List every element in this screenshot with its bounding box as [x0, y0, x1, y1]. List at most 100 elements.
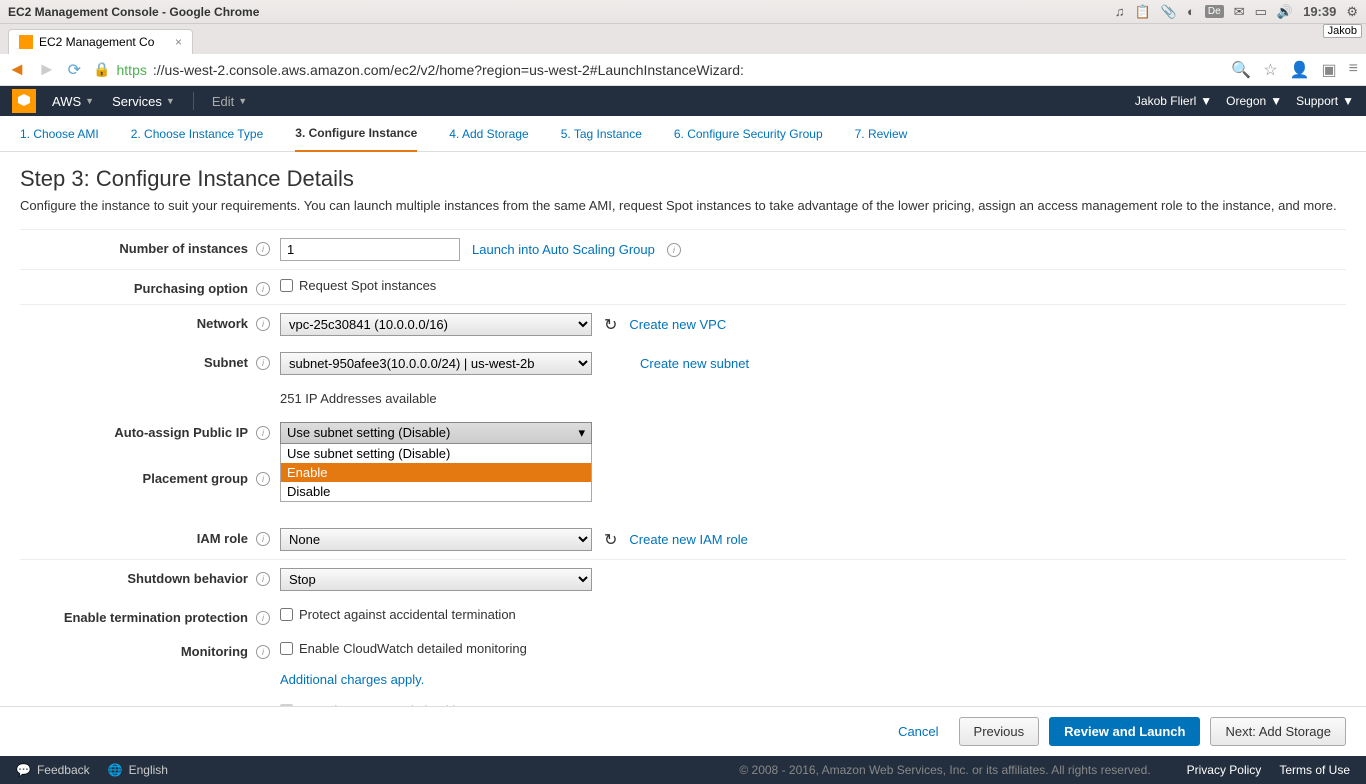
wizard-step-ami[interactable]: 1. Choose AMI	[20, 117, 99, 151]
autoip-opt-enable[interactable]: Enable	[281, 463, 591, 482]
create-vpc-link[interactable]: Create new VPC	[629, 317, 726, 332]
network-select[interactable]: vpc-25c30841 (10.0.0.0/16)	[280, 313, 592, 336]
monitoring-label: Monitoring	[181, 644, 248, 659]
mail-icon[interactable]: ✉	[1234, 4, 1245, 20]
settings-icon[interactable]: ⚙	[1346, 4, 1358, 20]
instances-label: Number of instances	[119, 241, 248, 256]
wizard-step-type[interactable]: 2. Choose Instance Type	[131, 117, 264, 151]
tab-title: EC2 Management Co	[39, 35, 154, 49]
tab-close-icon[interactable]: ×	[175, 35, 182, 49]
info-icon[interactable]: i	[256, 356, 270, 370]
page-description: Configure the instance to suit your requ…	[20, 198, 1346, 213]
main-content: Step 3: Configure Instance Details Confi…	[0, 152, 1366, 706]
person-icon[interactable]: 👤	[1290, 60, 1310, 80]
system-tray: ♫ 📋 📎 ◐ De ✉ ▭ 🔊 19:39 ⚙	[1115, 4, 1358, 20]
info-icon[interactable]: i	[256, 572, 270, 586]
attachment-icon[interactable]: 📎	[1161, 4, 1177, 20]
ebs-checkbox: Launch as EBS-optimized instance	[280, 703, 501, 706]
info-icon[interactable]: i	[256, 242, 270, 256]
refresh-icon[interactable]: ↻	[604, 315, 617, 335]
wizard-step-configure[interactable]: 3. Configure Instance	[295, 116, 417, 152]
privacy-link[interactable]: Privacy Policy	[1187, 763, 1262, 777]
edit-menu[interactable]: Edit▼	[212, 94, 247, 109]
copyright: © 2008 - 2016, Amazon Web Services, Inc.…	[739, 763, 1150, 777]
info-icon[interactable]: i	[256, 611, 270, 625]
info-icon[interactable]: i	[256, 282, 270, 296]
iam-select[interactable]: None	[280, 528, 592, 551]
instances-input[interactable]	[280, 238, 460, 261]
wizard-step-security[interactable]: 6. Configure Security Group	[674, 117, 823, 151]
services-menu[interactable]: Services▼	[112, 94, 175, 109]
subnet-availability: 251 IP Addresses available	[280, 391, 1346, 406]
wizard-step-storage[interactable]: 4. Add Storage	[449, 117, 528, 151]
previous-button[interactable]: Previous	[959, 717, 1040, 746]
subnet-select[interactable]: subnet-950afee3(10.0.0.0/24) | us-west-2…	[280, 352, 592, 375]
account-menu[interactable]: Jakob Flierl▼	[1135, 94, 1212, 108]
browser-toolbar: ◄ ► ⟳ 🔒 https://us-west-2.console.aws.am…	[0, 54, 1366, 86]
feedback-link[interactable]: 💬Feedback	[16, 763, 90, 777]
region-menu[interactable]: Oregon▼	[1226, 94, 1282, 108]
wizard-step-review[interactable]: 7. Review	[855, 117, 908, 151]
globe-icon: 🌐	[108, 763, 123, 777]
desktop-titlebar: EC2 Management Console - Google Chrome ♫…	[0, 0, 1366, 24]
url-path: ://us-west-2.console.aws.amazon.com/ec2/…	[153, 62, 744, 78]
iam-label: IAM role	[197, 531, 248, 546]
bookmark-icon[interactable]: ☆	[1263, 60, 1277, 80]
autoip-opt-disable[interactable]: Disable	[281, 482, 591, 501]
info-icon[interactable]: i	[256, 645, 270, 659]
cancel-button[interactable]: Cancel	[888, 717, 948, 746]
menu-icon[interactable]: ≡	[1349, 60, 1358, 80]
info-icon[interactable]: i	[256, 317, 270, 331]
aws-logo-icon[interactable]	[12, 89, 36, 113]
zoom-icon[interactable]: 🔍	[1231, 60, 1251, 80]
clock[interactable]: 19:39	[1303, 4, 1336, 19]
wizard-actions: Cancel Previous Review and Launch Next: …	[0, 706, 1366, 756]
browser-tabstrip: EC2 Management Co ×	[0, 24, 1366, 54]
lock-icon: 🔒	[93, 61, 110, 78]
info-icon[interactable]: i	[256, 426, 270, 440]
info-icon[interactable]: i	[256, 532, 270, 546]
reload-icon[interactable]: ⟳	[68, 60, 81, 80]
spot-checkbox[interactable]: Request Spot instances	[280, 278, 436, 293]
browser-tab[interactable]: EC2 Management Co ×	[8, 29, 193, 54]
nav-forward-icon: ►	[38, 59, 56, 80]
shutdown-label: Shutdown behavior	[127, 571, 248, 586]
wizard-step-tag[interactable]: 5. Tag Instance	[561, 117, 642, 151]
nav-back-icon[interactable]: ◄	[8, 59, 26, 80]
asg-link[interactable]: Launch into Auto Scaling Group	[472, 242, 655, 257]
volume-icon[interactable]: 🔊	[1277, 4, 1293, 20]
create-subnet-link[interactable]: Create new subnet	[640, 356, 749, 371]
terms-link[interactable]: Terms of Use	[1279, 763, 1350, 777]
autoip-select[interactable]: Use subnet setting (Disable)▾ Use subnet…	[280, 422, 592, 502]
autoip-opt-subnet[interactable]: Use subnet setting (Disable)	[281, 444, 591, 463]
clipboard-icon[interactable]: 📋	[1135, 4, 1151, 20]
page-title: Step 3: Configure Instance Details	[20, 166, 1346, 192]
music-icon[interactable]: ♫	[1115, 4, 1125, 19]
support-menu[interactable]: Support▼	[1296, 94, 1354, 108]
monitoring-charges-link[interactable]: Additional charges apply.	[280, 672, 1346, 687]
create-iam-link[interactable]: Create new IAM role	[629, 532, 748, 547]
monitoring-checkbox[interactable]: Enable CloudWatch detailed monitoring	[280, 641, 527, 656]
aws-top-nav: AWS▼ Services▼ Edit▼ Jakob Flierl▼ Orego…	[0, 86, 1366, 116]
favicon-icon	[19, 35, 33, 49]
autoip-label: Auto-assign Public IP	[114, 425, 248, 440]
lang-indicator[interactable]: De	[1205, 5, 1224, 18]
cast-icon[interactable]: ▣	[1322, 60, 1337, 80]
shutdown-select[interactable]: Stop	[280, 568, 592, 591]
battery-icon[interactable]: ▭	[1255, 4, 1267, 20]
autoip-options: Use subnet setting (Disable) Enable Disa…	[280, 444, 592, 502]
address-bar[interactable]: 🔒 https://us-west-2.console.aws.amazon.c…	[93, 61, 1219, 78]
refresh-icon[interactable]: ↻	[604, 530, 617, 550]
language-link[interactable]: 🌐English	[108, 763, 168, 777]
wizard-steps: 1. Choose AMI 2. Choose Instance Type 3.…	[0, 116, 1366, 152]
aws-menu[interactable]: AWS▼	[52, 94, 94, 109]
termination-checkbox[interactable]: Protect against accidental termination	[280, 607, 516, 622]
review-launch-button[interactable]: Review and Launch	[1049, 717, 1200, 746]
subnet-label: Subnet	[204, 355, 248, 370]
info-icon[interactable]: i	[667, 243, 681, 257]
wifi-icon[interactable]: ◐	[1187, 4, 1195, 19]
speech-icon: 💬	[16, 763, 31, 777]
purchasing-label: Purchasing option	[134, 281, 248, 296]
next-button[interactable]: Next: Add Storage	[1210, 717, 1346, 746]
network-label: Network	[197, 316, 248, 331]
